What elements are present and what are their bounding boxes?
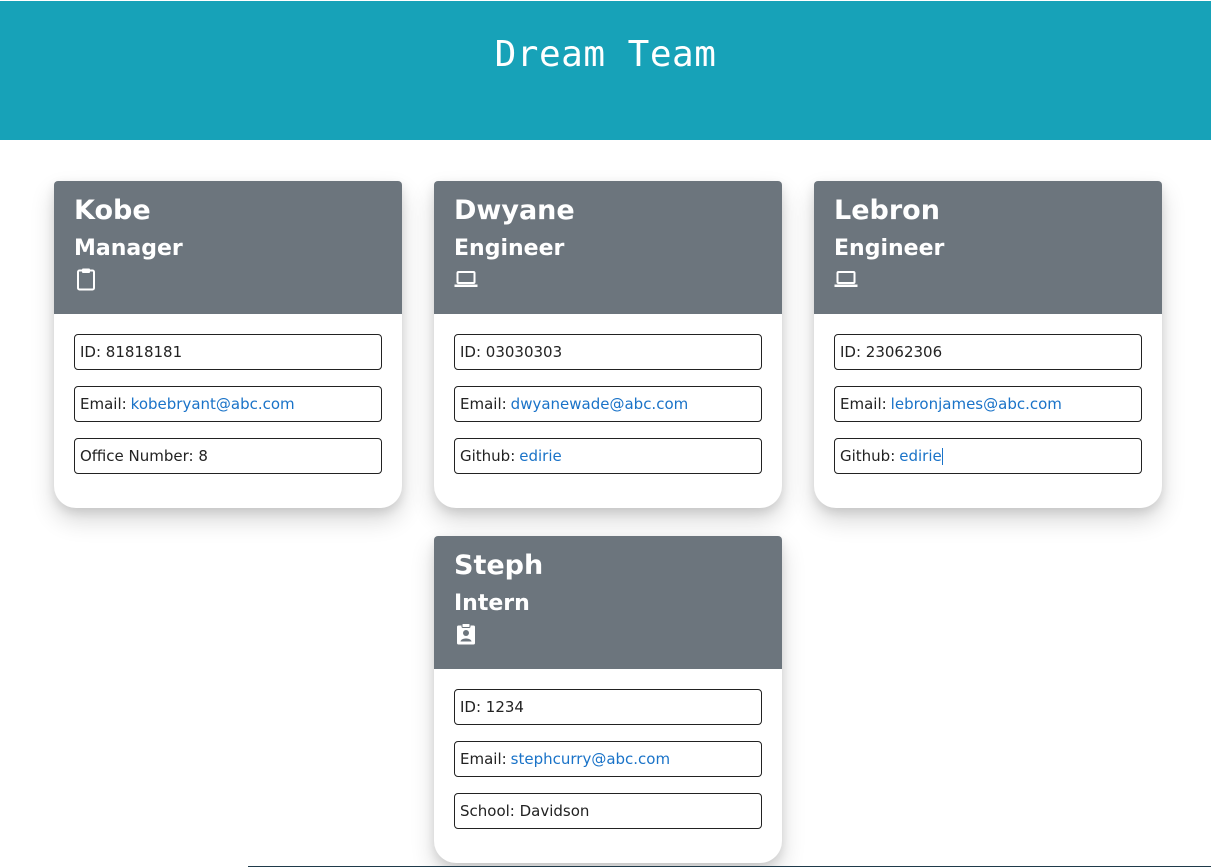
email-label: Email:: [460, 395, 507, 413]
id-text: ID: 1234: [460, 698, 524, 716]
email-label: Email:: [460, 750, 507, 768]
school-text: School: Davidson: [460, 802, 590, 820]
email-link[interactable]: kobebryant@abc.com: [131, 395, 295, 413]
laptop-icon: [454, 267, 478, 291]
github-label: Github:: [460, 447, 516, 465]
id-field: ID: 1234: [454, 689, 762, 725]
card-body: ID: 1234 Email: stephcurry@abc.com School…: [434, 669, 782, 863]
github-link[interactable]: edirie: [899, 447, 941, 465]
id-text: ID: 03030303: [460, 343, 563, 361]
email-label: Email:: [80, 395, 127, 413]
employee-name: Dwyane: [454, 195, 575, 226]
card-header: Dwyane Engineer: [434, 181, 782, 314]
employee-card-steph: Steph Intern ID: 1234 Email: stephcurry@a…: [434, 536, 782, 863]
employee-role: Engineer: [834, 236, 945, 261]
id-text: ID: 81818181: [80, 343, 183, 361]
email-link[interactable]: stephcurry@abc.com: [511, 750, 670, 768]
github-field: Github: edirie: [834, 438, 1142, 474]
email-label: Email:: [840, 395, 887, 413]
office-number-text: Office Number: 8: [80, 447, 208, 465]
office-number-field: Office Number: 8: [74, 438, 382, 474]
id-badge-icon: [454, 622, 478, 646]
email-field: Email: lebronjames@abc.com: [834, 386, 1142, 422]
employee-name: Steph: [454, 550, 544, 581]
id-field: ID: 03030303: [454, 334, 762, 370]
github-link[interactable]: edirie: [519, 447, 561, 465]
card-header: Kobe Manager: [54, 181, 402, 314]
employee-card-kobe: Kobe Manager ID: 81818181 Email: kobebrya…: [54, 181, 402, 508]
card-header: Steph Intern: [434, 536, 782, 669]
employee-card-lebron: Lebron Engineer ID: 23062306 Email: lebro…: [814, 181, 1162, 508]
id-text: ID: 23062306: [840, 343, 943, 361]
card-body: ID: 03030303 Email: dwyanewade@abc.com Gi…: [434, 314, 782, 508]
employee-name: Kobe: [74, 195, 151, 226]
page-header: Dream Team: [0, 1, 1211, 140]
page-title: Dream Team: [494, 34, 717, 75]
card-body: ID: 23062306 Email: lebronjames@abc.com G…: [814, 314, 1162, 508]
school-field: School: Davidson: [454, 793, 762, 829]
email-field: Email: stephcurry@abc.com: [454, 741, 762, 777]
employee-role: Engineer: [454, 236, 565, 261]
clipboard-icon: [74, 267, 98, 291]
id-field: ID: 81818181: [74, 334, 382, 370]
github-label: Github:: [840, 447, 896, 465]
email-field: Email: kobebryant@abc.com: [74, 386, 382, 422]
employee-name: Lebron: [834, 195, 940, 226]
employee-role: Intern: [454, 591, 530, 616]
email-field: Email: dwyanewade@abc.com: [454, 386, 762, 422]
github-field: Github: edirie: [454, 438, 762, 474]
laptop-icon: [834, 267, 858, 291]
text-cursor: [941, 447, 943, 465]
card-header: Lebron Engineer: [814, 181, 1162, 314]
employee-card-dwyane: Dwyane Engineer ID: 03030303 Email: dwyan…: [434, 181, 782, 508]
id-field: ID: 23062306: [834, 334, 1142, 370]
card-body: ID: 81818181 Email: kobebryant@abc.com Of…: [54, 314, 402, 508]
email-link[interactable]: dwyanewade@abc.com: [511, 395, 689, 413]
email-link[interactable]: lebronjames@abc.com: [891, 395, 1062, 413]
employee-role: Manager: [74, 236, 183, 261]
